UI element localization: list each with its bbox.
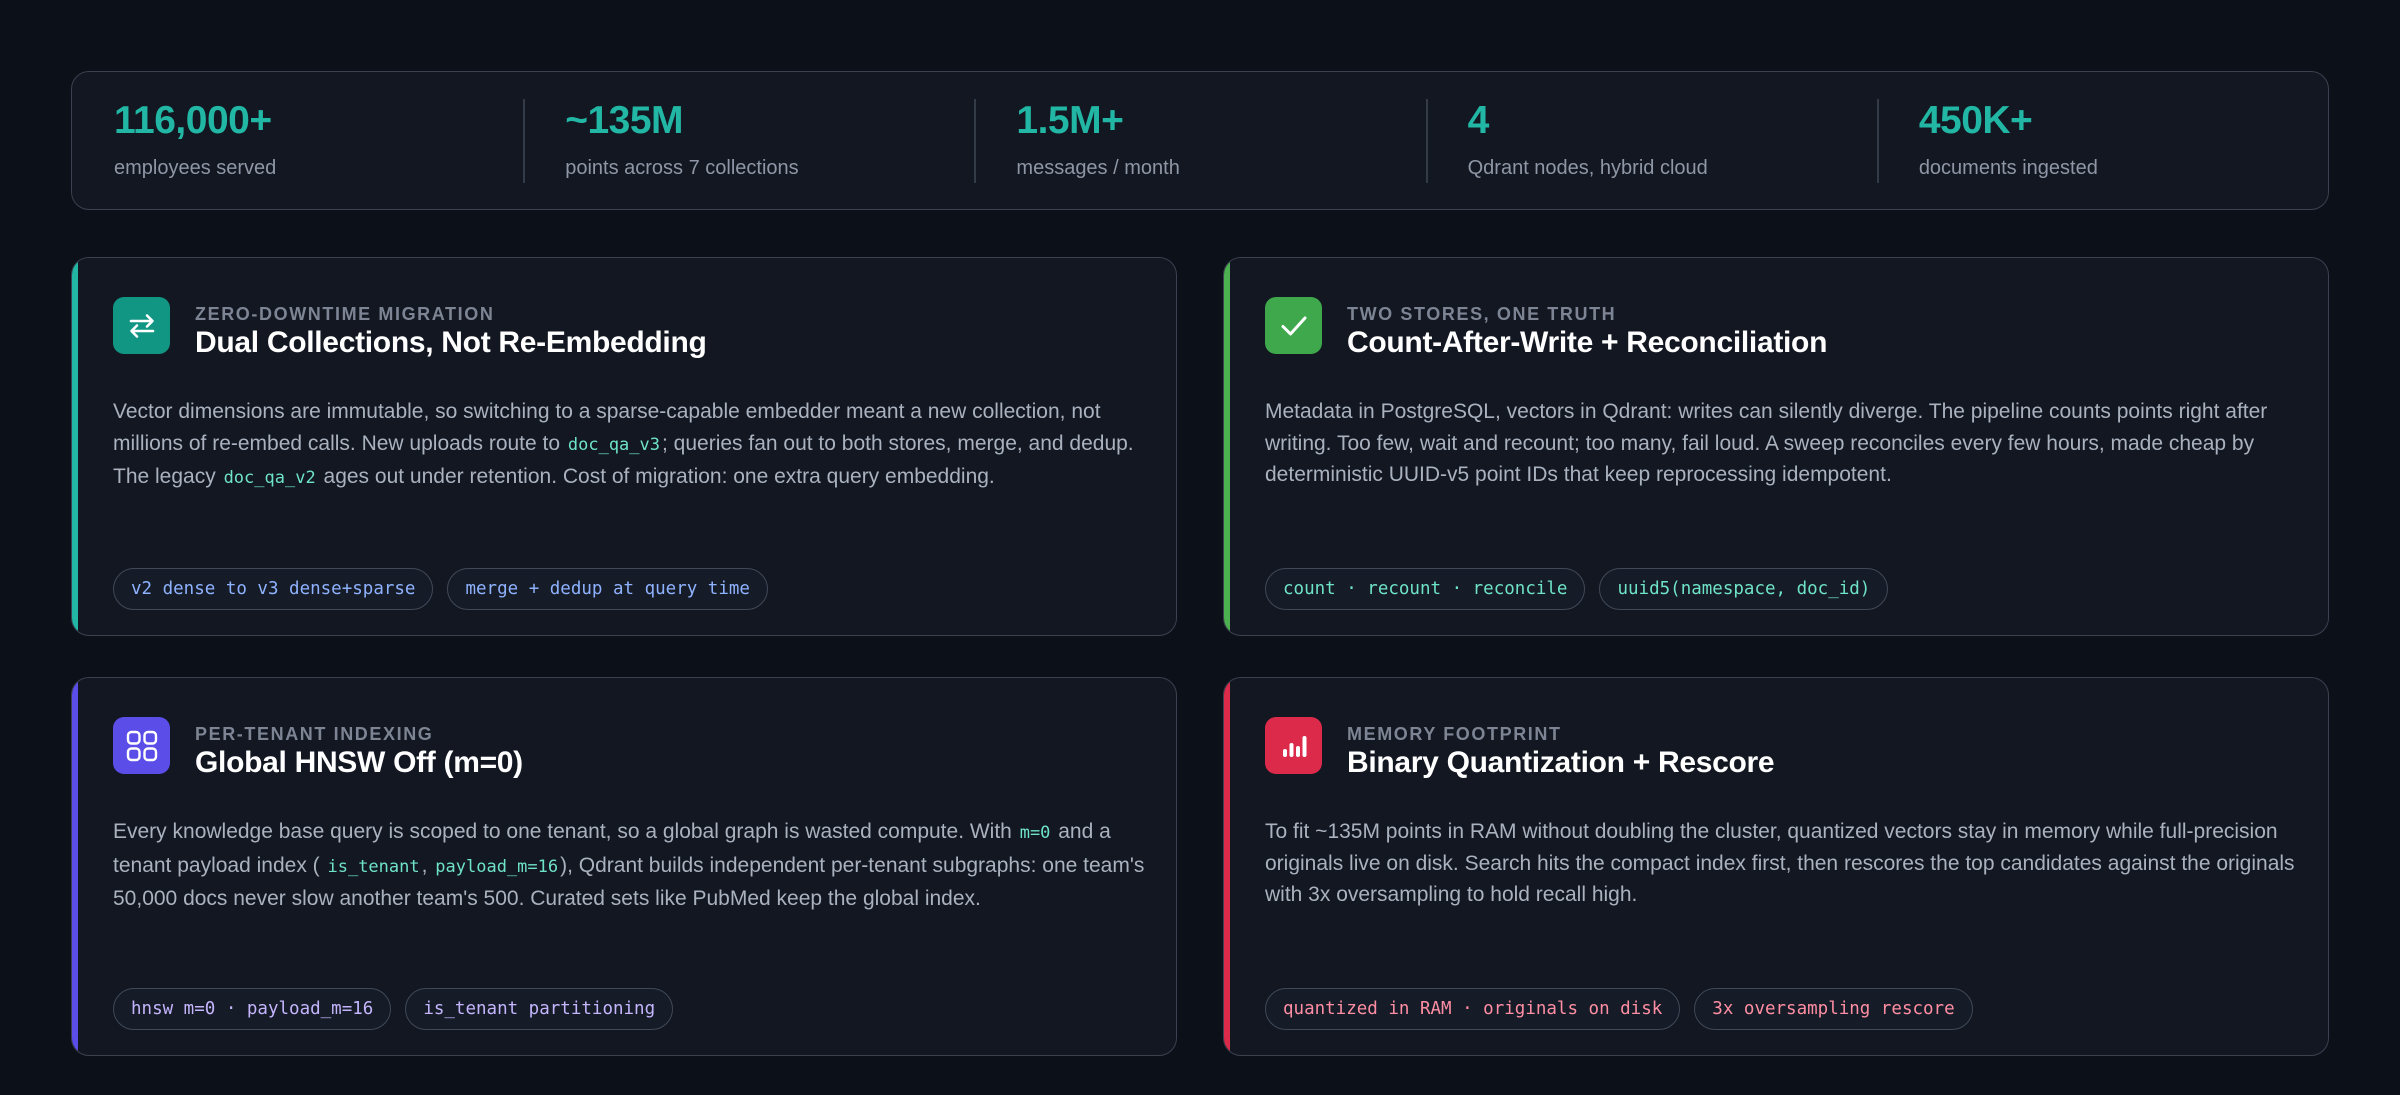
bar-chart-icon xyxy=(1265,717,1322,774)
body-text: To fit ~135M points in RAM without doubl… xyxy=(1265,820,2295,906)
stat-employees: 116,000+ employees served xyxy=(72,99,523,183)
card-global-hnsw-off: PER-TENANT INDEXING Global HNSW Off (m=0… xyxy=(71,677,1177,1056)
card-accent-bar xyxy=(72,258,78,635)
stat-label: documents ingested xyxy=(1918,156,2098,179)
stat-documents: 450K+ documents ingested xyxy=(1876,98,2328,183)
tag: merge + dedup at query time xyxy=(447,568,768,610)
card-title: Count-After-Write + Reconciliation xyxy=(1347,326,1828,359)
tag-list: hnsw m=0 · payload_m=16 is_tenant partit… xyxy=(113,988,674,1030)
inline-code: payload_m=16 xyxy=(435,856,559,877)
card-title: Global HNSW Off (m=0) xyxy=(195,746,523,779)
swap-arrows-icon xyxy=(113,297,170,354)
card-eyebrow: PER-TENANT INDEXING xyxy=(195,724,434,744)
inline-code: doc_qa_v3 xyxy=(567,434,660,455)
card-accent-bar xyxy=(72,678,78,1055)
stat-label: employees served xyxy=(114,156,277,179)
tag-list: quantized in RAM · originals on disk 3x … xyxy=(1265,988,1973,1030)
card-binary-quantization: MEMORY FOOTPRINT Binary Quantization + R… xyxy=(1223,677,2329,1056)
tag-list: count · recount · reconcile uuid5(namesp… xyxy=(1265,568,1889,610)
card-count-after-write: TWO STORES, ONE TRUTH Count-After-Write … xyxy=(1223,257,2329,636)
card-accent-bar xyxy=(1224,258,1230,635)
tag: is_tenant partitioning xyxy=(405,988,674,1030)
card-title: Binary Quantization + Rescore xyxy=(1347,746,1775,779)
body-text: Metadata in PostgreSQL, vectors in Qdran… xyxy=(1265,400,2268,486)
card-body: Metadata in PostgreSQL, vectors in Qdran… xyxy=(1265,396,2305,491)
stat-messages: 1.5M+ messages / month xyxy=(974,98,1425,183)
stats-bar: 116,000+ employees served ~135M points a… xyxy=(71,71,2329,210)
body-text: ages out under retention. Cost of migrat… xyxy=(317,465,995,488)
tag: 3x oversampling rescore xyxy=(1694,988,1973,1030)
tag: uuid5(namespace, doc_id) xyxy=(1599,568,1889,610)
stat-label: points across 7 collections xyxy=(565,156,799,179)
tag-list: v2 dense to v3 dense+sparse merge + dedu… xyxy=(113,568,768,610)
card-accent-bar xyxy=(1224,678,1230,1055)
stat-label: Qdrant nodes, hybrid cloud xyxy=(1467,156,1708,179)
tag: hnsw m=0 · payload_m=16 xyxy=(113,988,392,1030)
stat-points: ~135M points across 7 collections xyxy=(523,98,974,183)
body-text: , xyxy=(421,853,434,877)
card-body: Every knowledge base query is scoped to … xyxy=(113,816,1153,915)
stat-label: messages / month xyxy=(1016,156,1180,179)
inline-code: doc_qa_v2 xyxy=(223,468,316,488)
inline-code: is_tenant xyxy=(327,856,420,877)
card-body: To fit ~135M points in RAM without doubl… xyxy=(1265,816,2305,911)
card-eyebrow: ZERO-DOWNTIME MIGRATION xyxy=(195,304,495,324)
card-body: Vector dimensions are immutable, so swit… xyxy=(113,396,1153,495)
inline-code: m=0 xyxy=(1019,823,1051,843)
card-eyebrow: MEMORY FOOTPRINT xyxy=(1347,724,1562,744)
card-dual-collections: ZERO-DOWNTIME MIGRATION Dual Collections… xyxy=(71,257,1177,636)
card-eyebrow: TWO STORES, ONE TRUTH xyxy=(1347,304,1617,324)
checkmark-icon xyxy=(1265,297,1322,354)
stat-value: 116,000+ xyxy=(114,98,272,142)
grid-icon xyxy=(113,717,170,774)
body-text: Every knowledge base query is scoped to … xyxy=(113,820,1018,843)
stat-value: ~135M xyxy=(565,98,684,142)
tag: count · recount · reconcile xyxy=(1265,568,1586,610)
tag: quantized in RAM · originals on disk xyxy=(1265,988,1681,1030)
card-title: Dual Collections, Not Re-Embedding xyxy=(195,326,707,359)
tag: v2 dense to v3 dense+sparse xyxy=(113,568,434,610)
stat-value: 450K+ xyxy=(1918,98,2033,142)
stat-value: 4 xyxy=(1467,98,1490,142)
stat-nodes: 4 Qdrant nodes, hybrid cloud xyxy=(1425,98,1877,183)
stat-value: 1.5M+ xyxy=(1016,98,1124,142)
